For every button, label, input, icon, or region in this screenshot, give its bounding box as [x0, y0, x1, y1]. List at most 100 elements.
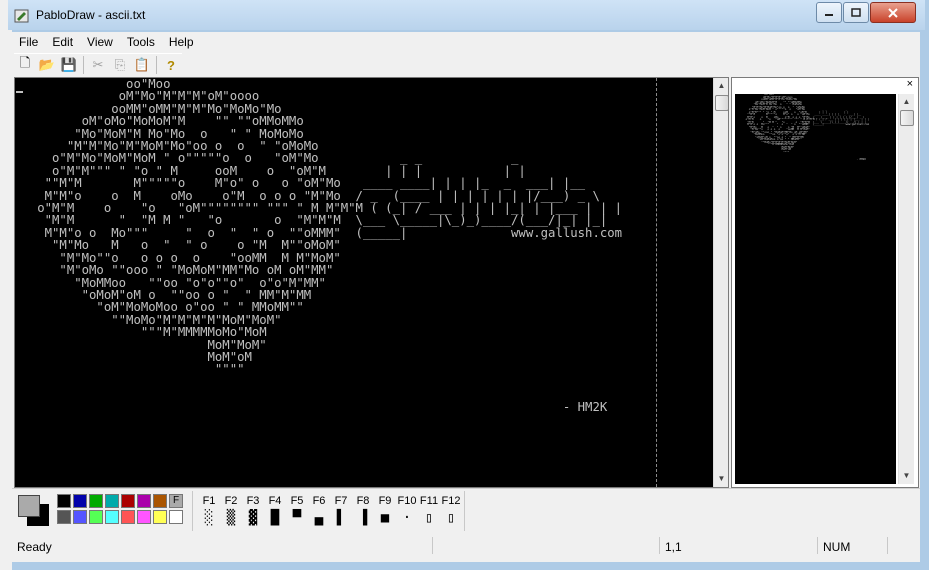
open-folder-icon: 📂 — [38, 57, 56, 72]
window-title: PabloDraw - ascii.txt — [36, 8, 146, 22]
status-bar: Ready 1,1 NUM — [12, 537, 920, 557]
palette-swatch[interactable] — [153, 510, 167, 524]
palette-swatch[interactable] — [73, 510, 87, 524]
close-icon — [888, 7, 898, 18]
preview-scroll-up-arrow-icon[interactable]: ▲ — [899, 94, 914, 110]
fkey-character-icon: ▐ — [358, 510, 368, 526]
palette-bar: F F1 ░ F2 ▒ F3 ▓ F4 █ F5 ▀ F6 ▄ F7 ▌ F8 ▐ F9 ■ F10 · F11 ▯ F12… — [12, 488, 920, 535]
fkey-f6[interactable]: F6 ▄ — [308, 495, 330, 526]
menu-edit[interactable]: Edit — [45, 32, 80, 52]
paste-icon: 📋 — [133, 57, 151, 72]
cut-icon: ✂ — [92, 57, 104, 72]
preview-scroll-down-arrow-icon[interactable]: ▼ — [899, 468, 914, 484]
toolbar: 🗋 📂 💾 ✂ ⎘ 📋 ? — [14, 53, 182, 76]
toolbar-separator — [83, 56, 84, 74]
scroll-up-arrow-icon[interactable]: ▲ — [714, 78, 728, 94]
current-colors[interactable] — [18, 495, 49, 526]
new-file-button[interactable]: 🗋 — [14, 55, 36, 75]
num-lock-indicator: NUM — [817, 537, 887, 554]
fkey-label: F2 — [224, 495, 238, 507]
fkey-character-icon: ▯ — [424, 510, 434, 526]
fkey-character-icon: ▀ — [292, 510, 302, 526]
preview-close-icon[interactable]: × — [907, 78, 913, 90]
preview-panel: × oo"Moo oM"Mo"M"M"M"oM"oooo ooMM"oMM"M"… — [731, 77, 919, 488]
preview-ascii-art: oo"Moo oM"Mo"M"M"M"oM"oooo ooMM"oMM"M"M"… — [745, 94, 870, 161]
palette-swatch[interactable] — [89, 494, 103, 508]
fkey-character-icon: ▒ — [226, 510, 236, 526]
text-cursor — [16, 91, 23, 93]
scroll-thumb[interactable] — [715, 95, 728, 111]
foreground-color-swatch[interactable] — [18, 495, 40, 517]
fkey-character-icon: ▓ — [248, 510, 258, 526]
menu-help[interactable]: Help — [162, 32, 201, 52]
palette-swatch[interactable] — [169, 510, 183, 524]
title-bar[interactable]: PabloDraw - ascii.txt — [8, 0, 925, 30]
fkey-label: F3 — [246, 495, 260, 507]
fkey-f2[interactable]: F2 ▒ — [220, 495, 242, 526]
palette-swatch[interactable] — [121, 494, 135, 508]
fkey-f4[interactable]: F4 █ — [264, 495, 286, 526]
palette-swatch[interactable] — [121, 510, 135, 524]
fkey-character-icon: ▌ — [336, 510, 346, 526]
function-key-characters: F1 ░ F2 ▒ F3 ▓ F4 █ F5 ▀ F6 ▄ F7 ▌ F8 ▐ F9 ■ F10 · F11 ▯ F12 ▯ — [198, 495, 462, 526]
menu-bar: File Edit View Tools Help — [12, 32, 920, 52]
fkey-label: F6 — [312, 495, 326, 507]
fkey-label: F1 — [202, 495, 216, 507]
background-desktop-strip — [0, 0, 12, 570]
cursor-position: 1,1 — [659, 537, 817, 554]
fkey-f10[interactable]: F10 · — [396, 495, 418, 526]
palette-swatch[interactable] — [57, 510, 71, 524]
minimize-button[interactable] — [816, 2, 842, 23]
copy-icon: ⎘ — [114, 57, 126, 72]
close-button[interactable] — [870, 2, 916, 23]
palette-swatch[interactable] — [137, 494, 151, 508]
ascii-art-text[interactable]: oo"Moo oM"Mo"M"M"M"oM"oooo ooMM"oMM"M"M"… — [15, 78, 622, 413]
palette-swatch[interactable] — [89, 510, 103, 524]
ascii-canvas[interactable]: oo"Moo oM"Mo"M"M"M"oM"oooo ooMM"oMM"M"M"… — [14, 77, 729, 488]
palette-swatch[interactable] — [105, 510, 119, 524]
scroll-down-arrow-icon[interactable]: ▼ — [714, 471, 728, 487]
save-button[interactable]: 💾 — [58, 55, 80, 75]
paste-button[interactable]: 📋 — [131, 55, 153, 75]
palette-swatch[interactable] — [105, 494, 119, 508]
maximize-button[interactable] — [843, 2, 869, 23]
open-file-button[interactable]: 📂 — [36, 55, 58, 75]
fkey-f8[interactable]: F8 ▐ — [352, 495, 374, 526]
fkey-label: F8 — [356, 495, 370, 507]
canvas-vertical-scrollbar[interactable]: ▲ ▼ — [713, 78, 728, 487]
fkey-character-icon: █ — [270, 510, 280, 526]
fkey-f7[interactable]: F7 ▌ — [330, 495, 352, 526]
fkey-f12[interactable]: F12 ▯ — [440, 495, 462, 526]
size-grip-icon[interactable] — [887, 537, 920, 554]
toolbar-separator — [156, 56, 157, 74]
palette-divider — [192, 491, 193, 531]
help-icon: ? — [167, 57, 175, 73]
menu-file[interactable]: File — [12, 32, 45, 52]
palette-swatch[interactable] — [73, 494, 87, 508]
preview-thumbnail[interactable]: oo"Moo oM"Mo"M"M"M"oM"oooo ooMM"oMM"M"M"… — [735, 94, 896, 484]
status-message: Ready — [17, 540, 52, 554]
fkey-f1[interactable]: F1 ░ — [198, 495, 220, 526]
fkey-f9[interactable]: F9 ■ — [374, 495, 396, 526]
palette-swatch[interactable] — [137, 510, 151, 524]
palette-swatch[interactable] — [57, 494, 71, 508]
minimize-icon — [825, 13, 833, 16]
fkey-f5[interactable]: F5 ▀ — [286, 495, 308, 526]
preview-vertical-scrollbar[interactable]: ▲ ▼ — [898, 94, 914, 484]
menu-tools[interactable]: Tools — [120, 32, 162, 52]
column-guide-line — [656, 78, 657, 487]
fkey-label: F12 — [441, 495, 461, 507]
copy-button[interactable]: ⎘ — [109, 55, 131, 75]
help-button[interactable]: ? — [160, 55, 182, 75]
palette-swatch[interactable] — [153, 494, 167, 508]
fkey-f11[interactable]: F11 ▯ — [418, 495, 440, 526]
save-icon: 💾 — [60, 57, 78, 72]
fkey-label: F10 — [397, 495, 417, 507]
palette-swatch[interactable]: F — [169, 494, 183, 508]
fkey-f3[interactable]: F3 ▓ — [242, 495, 264, 526]
application-window: PabloDraw - ascii.txt File Edit View Too… — [0, 0, 929, 570]
fkey-character-icon: ░ — [204, 510, 214, 526]
preview-scroll-thumb[interactable] — [900, 110, 914, 126]
menu-view[interactable]: View — [80, 32, 120, 52]
cut-button[interactable]: ✂ — [87, 55, 109, 75]
